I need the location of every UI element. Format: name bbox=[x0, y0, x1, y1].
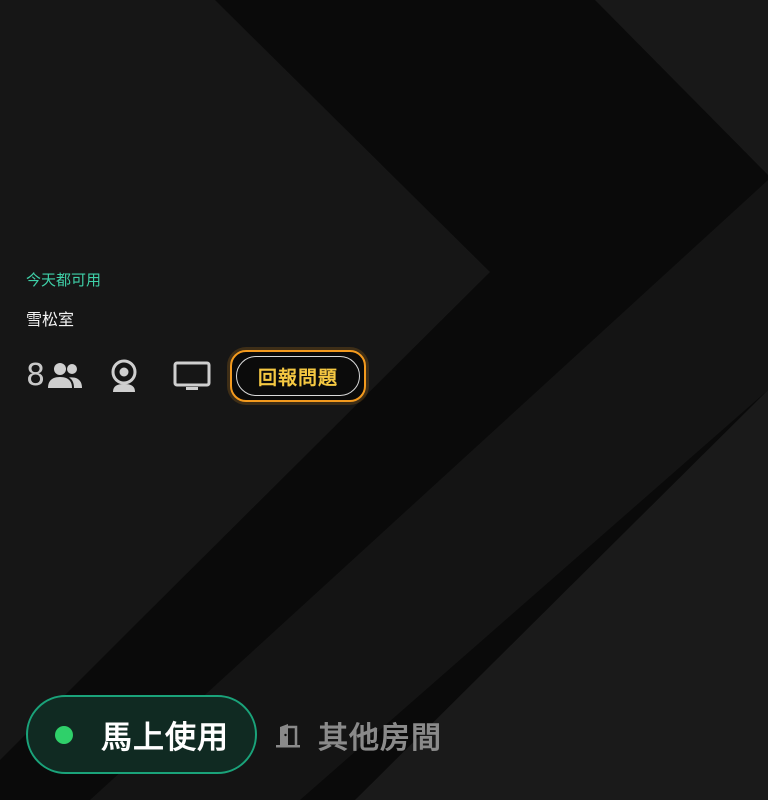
other-rooms-button[interactable]: 其他房間 bbox=[274, 710, 442, 760]
use-now-label: 馬上使用 bbox=[101, 720, 229, 756]
room-name: 雪松室 bbox=[26, 310, 75, 329]
report-issue-button[interactable]: 回報問題 bbox=[236, 356, 360, 396]
room-panel-screen: 今天都可用 雪松室 8 回報問題 馬上使用 其他房間 bbox=[0, 0, 768, 800]
other-rooms-label: 其他房間 bbox=[318, 721, 442, 756]
capacity-count: 8 bbox=[26, 358, 46, 393]
available-status-dot bbox=[55, 725, 73, 744]
capacity-indicator: 8 bbox=[26, 352, 83, 400]
people-icon bbox=[47, 360, 83, 392]
use-now-button[interactable]: 馬上使用 bbox=[26, 695, 257, 774]
monitor-icon bbox=[173, 360, 211, 392]
report-focus-ring: 回報問題 bbox=[230, 350, 366, 402]
background-chevrons bbox=[0, 0, 768, 800]
door-icon bbox=[274, 721, 302, 749]
availability-status: 今天都可用 bbox=[26, 271, 102, 289]
webcam-icon bbox=[109, 358, 139, 394]
amenities-row: 8 bbox=[26, 352, 211, 400]
